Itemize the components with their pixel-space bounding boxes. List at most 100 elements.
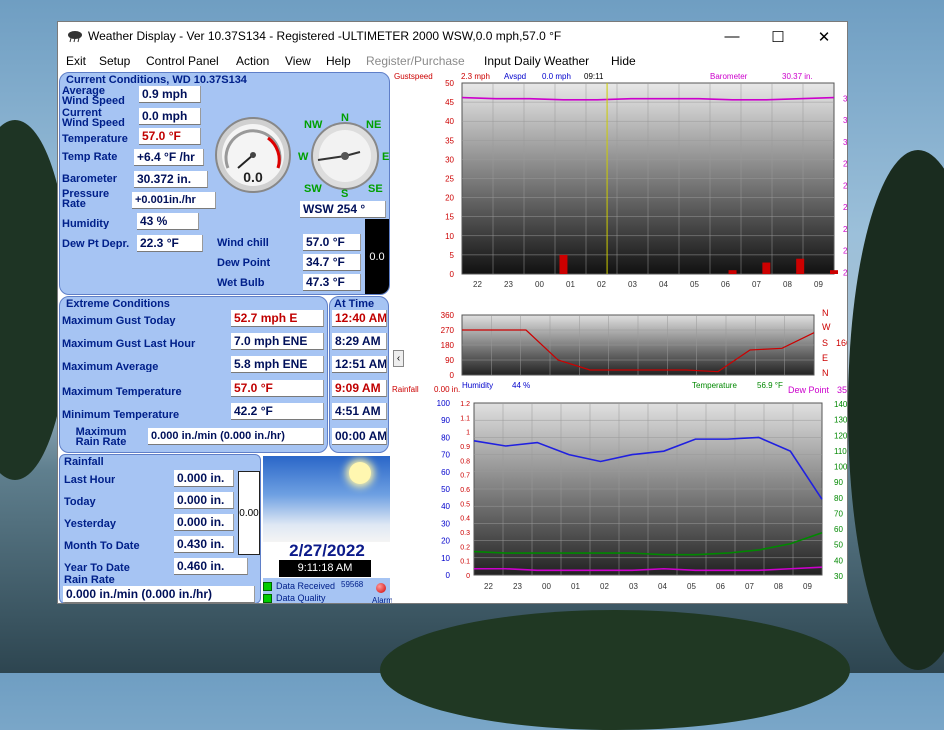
time-axis-tick: 06 [721,280,730,289]
rain-axis-tick: 0.5 [460,501,470,508]
dir-n-top: N [822,308,829,318]
gust-axis-tick: 50 [445,79,454,88]
direction-axis-tick: 270 [441,326,455,335]
temperature-axis-tick: 130 [834,416,848,425]
menu-view[interactable]: View [285,54,311,68]
rain-axis-tick: 0.8 [460,458,470,465]
extreme-conditions-title: Extreme Conditions [66,298,170,310]
humidity-axis-tick: 80 [441,433,450,442]
direction-axis-tick: 0 [450,371,455,380]
sun-icon [349,462,371,484]
time-axis-tick: 09 [803,582,812,591]
menu-control-panel[interactable]: Control Panel [146,54,219,68]
wind-speed-gauge: 0.0 [215,117,291,193]
time-axis-tick: 09 [814,280,823,289]
maximize-button[interactable]: ☐ [755,22,801,51]
dir-s: S [822,338,829,348]
menu-action[interactable]: Action [236,54,269,68]
temperature-axis-tick: 140 [834,400,848,409]
rain-axis-tick: 0.1 [460,559,470,566]
menu-setup[interactable]: Setup [99,54,130,68]
extreme-conditions-panel: Extreme Conditions Maximum Gust Today 52… [59,296,328,453]
extreme-value-2: 5.8 mph ENE [231,356,324,373]
compass-n: N [341,112,349,124]
gust-bar [728,270,737,274]
extreme-time-4: 4:51 AM [332,403,387,420]
close-button[interactable]: ✕ [801,22,847,51]
alarm-indicator[interactable] [376,583,386,593]
baro-axis-tick: 30.4 [843,94,848,103]
menu-exit[interactable]: Exit [66,54,86,68]
gust-axis-tick: 20 [445,194,454,203]
rain-rate-label: Rain Rate [64,575,115,585]
baro-axis-tick: 29 [843,247,848,256]
compass-nw: NW [304,119,323,131]
gust-axis-tick: 35 [445,136,454,145]
extreme-label-1: Maximum Gust Last Hour [62,339,196,349]
data-quality-indicator [263,594,272,603]
rainfall-panel: Rainfall Last Hour 0.000 in. Today 0.000… [59,454,261,603]
menu-register-purchase[interactable]: Register/Purchase [366,54,465,68]
rainfall-chart-label: Rainfall [392,385,419,394]
window-title: Weather Display - Ver 10.37S134 - Regist… [88,29,562,43]
direction-axis-tick: 180 [441,341,455,350]
cur-wind-value: 0.0 mph [139,108,201,125]
time-axis-tick: 05 [690,280,699,289]
time-axis-tick: 08 [774,582,783,591]
rain-axis-tick: 0.6 [460,487,470,494]
max-rain-rate-label: Maximum Rain Rate [75,427,127,448]
gust-axis-tick: 5 [450,251,455,260]
compass-sw: SW [304,183,322,195]
direction-axis-tick: 360 [441,311,455,320]
rain-axis-tick: 0.3 [460,530,470,537]
humidity-axis-tick: 90 [441,416,450,425]
scroll-left-button[interactable]: ‹ [393,350,404,367]
menu-input-daily-weather[interactable]: Input Daily Weather [484,54,589,68]
baro-axis-tick: 29.2 [843,225,848,234]
barometer-label: Barometer [62,174,118,184]
humidity-axis-tick: 40 [441,502,450,511]
sky-image [263,456,390,542]
barometer-value: 30.372 in. [134,171,208,188]
time-axis-tick: 05 [687,582,696,591]
humidity-axis-tick: 0 [446,571,451,580]
menu-help[interactable]: Help [326,54,351,68]
time-axis-tick: 03 [629,582,638,591]
time-axis-tick: 23 [513,582,522,591]
current-conditions-title: Current Conditions, WD 10.37S134 [66,74,247,86]
baro-axis-tick: 29.8 [843,160,848,169]
menu-hide[interactable]: Hide [611,54,636,68]
gust-axis-tick: 25 [445,175,454,184]
pressure-rate-label: Pressure Rate [62,189,110,209]
extreme-value-1: 7.0 mph ENE [231,333,324,350]
wind-bar-display: 0.0 [365,219,389,294]
title-bar[interactable]: Weather Display - Ver 10.37S134 - Regist… [58,22,847,51]
humidity-value: 43 % [137,213,199,230]
time-axis-tick: 01 [566,280,575,289]
gust-bar [762,262,771,274]
gust-axis-tick: 15 [445,213,454,222]
extreme-time-0: 12:40 AM [332,310,387,327]
graphs-svg: 5045403530252015105030.430.23029.829.629… [437,79,848,591]
direction-axis-tick: 90 [445,356,454,365]
dir-w: W [822,322,831,332]
cur-wind-label: Current Wind Speed [62,108,125,128]
at-time-panel: At Time 12:40 AM 8:29 AM 12:51 AM 9:09 A… [329,296,389,453]
rain-axis-tick: 0.4 [460,516,470,523]
humidity-axis-tick: 70 [441,451,450,460]
baro-axis-tick: 29.6 [843,181,848,190]
temperature-chart-value: 56.9 °F [757,381,783,390]
temperature-axis-tick: 120 [834,431,848,440]
baro-axis-tick: 28.8 [843,268,848,277]
compass-se: SE [368,183,383,195]
humidity-chart-value: 44 % [512,381,531,390]
avg-speed-value: 0.0 mph [542,72,571,81]
temperature-axis-tick: 100 [834,463,848,472]
humidity-chart-label: Humidity [462,381,494,390]
rain-axis-tick: 0 [466,573,470,580]
compass-e: E [382,151,389,163]
temperature-value: 57.0 °F [139,128,201,145]
minimize-button[interactable]: — [709,22,755,51]
humidity-axis-tick: 10 [441,554,450,563]
graph-time: 09:11 [584,72,604,81]
